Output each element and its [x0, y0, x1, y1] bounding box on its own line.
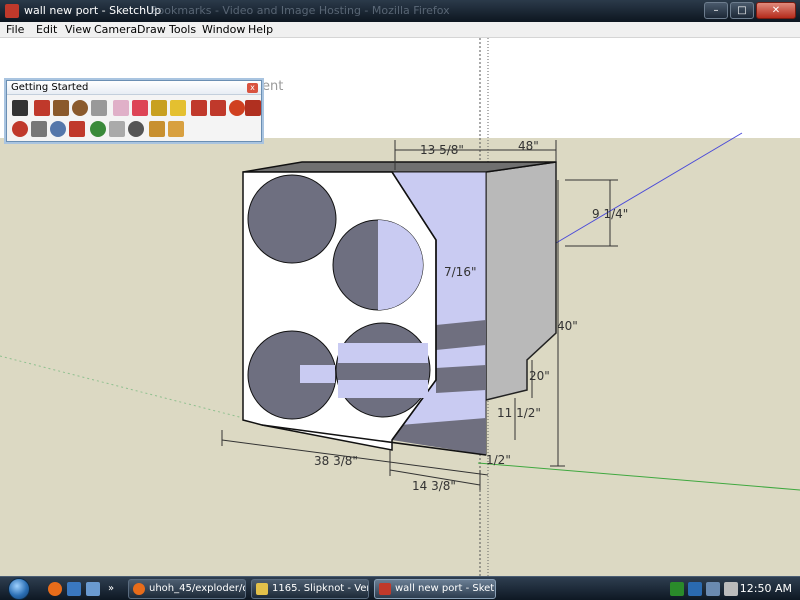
circle-tool-icon[interactable]	[72, 100, 88, 116]
sketchup-app-icon[interactable]	[5, 4, 19, 18]
pan-tool-icon[interactable]	[31, 121, 47, 137]
tape-measure-tool-icon[interactable]	[151, 100, 167, 116]
taskbar: » uhoh_45/exploder/d... 1165. Slipknot -…	[0, 576, 800, 600]
menu-tools[interactable]: Tools	[169, 23, 196, 36]
toolbar-title-bar[interactable]: Getting Started x	[7, 81, 261, 95]
component-tool-icon[interactable]	[149, 121, 165, 137]
dim-right-upper[interactable]: 9 1/4"	[592, 207, 628, 221]
dim-port-depth[interactable]: 11 1/2"	[497, 406, 541, 420]
material-tool-icon[interactable]	[168, 121, 184, 137]
window-title: wall new port - SketchUp	[24, 4, 162, 17]
menu-bar: File Edit View Camera Draw Tools Window …	[0, 22, 800, 38]
blue-axis-line	[555, 132, 743, 244]
firefox-quicklaunch-icon[interactable]	[48, 582, 62, 596]
maximize-button[interactable]: □	[730, 2, 754, 19]
getting-started-toolbar[interactable]: Getting Started x	[6, 80, 262, 142]
zoom-extents-tool-icon[interactable]	[69, 121, 85, 137]
speaker-hole-top-left[interactable]	[247, 174, 337, 264]
menu-window[interactable]: Window	[202, 23, 245, 36]
task-sketchup[interactable]: wall new port - Sket...	[374, 579, 496, 599]
follow-me-tool-icon[interactable]	[245, 100, 261, 116]
system-tray: 12:50 AM	[660, 577, 800, 600]
pencil-tool-icon[interactable]	[34, 100, 50, 116]
geo-location-tool-icon[interactable]	[128, 121, 144, 137]
get-models-tool-icon[interactable]	[90, 121, 106, 137]
dim-bottom-small[interactable]: 1/2"	[486, 453, 511, 467]
dim-port-width[interactable]: 7/16"	[444, 265, 476, 279]
rectangle-tool-icon[interactable]	[53, 100, 69, 116]
dim-height-total[interactable]: 40"	[557, 319, 578, 333]
dim-width-front[interactable]: 38 3/8"	[314, 454, 358, 468]
task-firefox[interactable]: uhoh_45/exploder/d...	[128, 579, 246, 599]
select-tool-icon[interactable]	[12, 100, 28, 116]
modeling-viewport[interactable]: 13 5/8" 48" 9 1/4" 7/16" 40" 20" 11 1/2"…	[0, 38, 800, 576]
task-music[interactable]: 1165. Slipknot - Ver...	[251, 579, 369, 599]
quicklaunch-overflow-icon[interactable]: »	[108, 582, 122, 596]
move-tool-icon[interactable]	[191, 100, 207, 116]
push-pull-tool-icon[interactable]	[170, 100, 186, 116]
rotate-tool-icon[interactable]	[229, 100, 245, 116]
offset-tool-icon[interactable]	[210, 100, 226, 116]
paint-bucket-tool-icon[interactable]	[132, 100, 148, 116]
tray-display-icon[interactable]	[706, 582, 720, 596]
switch-windows-icon[interactable]	[86, 582, 100, 596]
speaker-hole-bottom-left-shelf	[300, 365, 335, 383]
close-button[interactable]: ✕	[756, 2, 796, 19]
dim-width-bottom[interactable]: 14 3/8"	[412, 479, 456, 493]
task-music-icon	[256, 583, 268, 595]
port-shelf-upper	[436, 320, 486, 350]
arc-tool-icon[interactable]	[91, 100, 107, 116]
start-button[interactable]	[8, 578, 30, 600]
menu-file[interactable]: File	[6, 23, 24, 36]
tray-volume-icon[interactable]	[724, 582, 738, 596]
task-music-label: 1165. Slipknot - Ver...	[272, 583, 369, 594]
task-firefox-icon	[133, 583, 145, 595]
tray-network-icon[interactable]	[688, 582, 702, 596]
speaker-hole-bottom-right-shelf-1	[338, 343, 428, 363]
share-model-tool-icon[interactable]	[109, 121, 125, 137]
show-desktop-icon[interactable]	[67, 582, 81, 596]
task-sketchup-icon	[379, 583, 391, 595]
speaker-hole-bottom-right[interactable]	[335, 322, 431, 418]
dim-port-height[interactable]: 20"	[529, 369, 550, 383]
menu-view[interactable]: View	[65, 23, 91, 36]
menu-camera[interactable]: Camera	[94, 23, 137, 36]
toolbar-title: Getting Started	[11, 82, 89, 93]
speaker-hole-bottom-right-shelf-2	[338, 380, 428, 398]
eraser-tool-icon[interactable]	[113, 100, 129, 116]
minimize-button[interactable]: –	[704, 2, 728, 19]
taskbar-clock[interactable]: 12:50 AM	[740, 582, 792, 595]
port-shelf-lower	[436, 365, 486, 393]
toolbar-close-button[interactable]: x	[247, 83, 258, 93]
window-title-bar: wall new port - SketchUp Bookmarks - Vid…	[0, 0, 800, 22]
green-axis-line	[477, 462, 800, 491]
window-controls: – □ ✕	[704, 2, 796, 19]
green-axis-dotted	[0, 355, 256, 422]
scene-ghost-text: ent	[262, 79, 284, 94]
menu-draw[interactable]: Draw	[137, 23, 166, 36]
menu-help[interactable]: Help	[248, 23, 273, 36]
dim-top-outer[interactable]: 48"	[518, 139, 539, 153]
tray-app-icon[interactable]	[670, 582, 684, 596]
task-sketchup-label: wall new port - Sket...	[395, 583, 496, 594]
box-side-face[interactable]	[485, 161, 557, 401]
zoom-tool-icon[interactable]	[50, 121, 66, 137]
menu-edit[interactable]: Edit	[36, 23, 57, 36]
orbit-tool-icon[interactable]	[12, 121, 28, 137]
task-firefox-label: uhoh_45/exploder/d...	[149, 583, 245, 594]
background-window-title: Bookmarks - Video and Image Hosting - Mo…	[150, 4, 450, 17]
dim-top-inner[interactable]: 13 5/8"	[420, 143, 464, 157]
